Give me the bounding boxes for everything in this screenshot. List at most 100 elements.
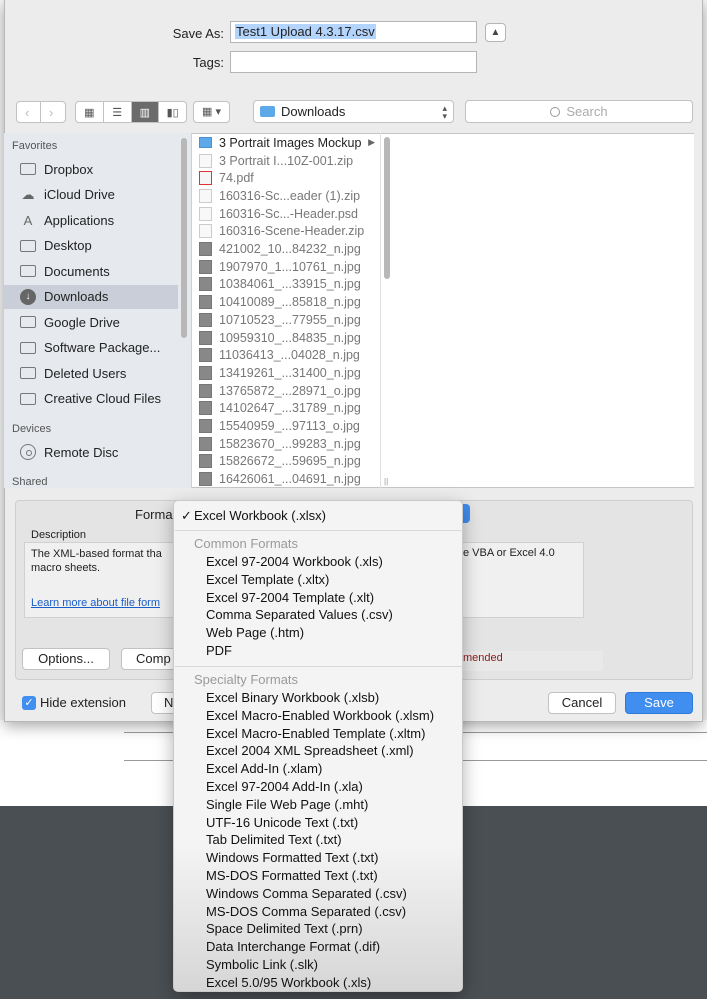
- menu-item-format[interactable]: Comma Separated Values (.csv): [174, 606, 462, 624]
- hide-extension-label: Hide extension: [40, 695, 126, 710]
- file-row[interactable]: 74.pdf: [193, 169, 379, 187]
- save-button[interactable]: Save: [625, 692, 693, 714]
- file-row[interactable]: 15540959_...97113_o.jpg: [193, 417, 379, 435]
- menu-item-format[interactable]: Excel Macro-Enabled Workbook (.xlsm): [174, 707, 462, 725]
- cancel-button[interactable]: Cancel: [548, 692, 616, 714]
- options-button[interactable]: Options...: [22, 648, 110, 670]
- sidebar-item-google-drive[interactable]: Google Drive: [4, 310, 178, 334]
- location-popup[interactable]: Downloads ▴ ▾: [253, 100, 454, 123]
- description-text-right: e VBA or Excel 4.0: [463, 547, 555, 559]
- sidebar-item-applications[interactable]: A Applications: [4, 208, 178, 232]
- menu-item-excel-workbook[interactable]: ✓ Excel Workbook (.xlsx): [174, 507, 462, 525]
- forward-button[interactable]: ›: [40, 101, 66, 123]
- menu-item-format[interactable]: Excel Macro-Enabled Template (.xltm): [174, 725, 462, 743]
- file-column-scrollbar[interactable]: [384, 137, 390, 279]
- file-row[interactable]: 13419261_...31400_n.jpg: [193, 364, 379, 382]
- tags-field[interactable]: [230, 51, 477, 73]
- search-icon: [550, 107, 561, 117]
- folder-icon: [19, 315, 37, 329]
- menu-item-format[interactable]: Web Page (.htm): [174, 624, 462, 642]
- coverflow-view-button[interactable]: ▮▯: [159, 102, 186, 122]
- sidebar-item-downloads[interactable]: ↓ Downloads: [4, 284, 178, 309]
- menu-item-format[interactable]: PDF: [174, 642, 462, 660]
- icon-view-button[interactable]: ▦: [76, 102, 104, 122]
- column-view-button[interactable]: ▥: [131, 102, 160, 122]
- sidebar-item-creative-cloud-files[interactable]: Creative Cloud Files: [4, 387, 178, 411]
- file-row[interactable]: 160316-Scene-Header.zip: [193, 223, 379, 241]
- collapse-button[interactable]: ▲: [485, 23, 506, 42]
- file-row[interactable]: 3 Portrait Images Mockup ▶: [193, 134, 379, 152]
- sidebar-item-deleted-users[interactable]: Deleted Users: [4, 361, 178, 385]
- learn-more-link[interactable]: Learn more about file form: [31, 597, 160, 609]
- menu-item-format[interactable]: MS-DOS Comma Separated (.csv): [174, 903, 462, 921]
- description-text: The XML-based format tha macro sheets.: [31, 547, 162, 575]
- compatibility-button[interactable]: Comp: [121, 648, 181, 670]
- updown-chevron-icon: ▴ ▾: [442, 103, 447, 121]
- sidebar-item-software-package[interactable]: Software Package...: [4, 336, 178, 360]
- file-name: 13419261_...31400_n.jpg: [219, 365, 361, 380]
- file-row[interactable]: 11036413_...04028_n.jpg: [193, 346, 379, 364]
- file-row[interactable]: 15823670_...99283_n.jpg: [193, 435, 379, 453]
- sidebar-item-documents[interactable]: Documents: [4, 259, 178, 283]
- folder-file-icon: [199, 137, 212, 149]
- menu-item-format[interactable]: Excel 2004 XML Spreadsheet (.xml): [174, 742, 462, 760]
- sidebar-item-remote-disc[interactable]: Remote Disc: [4, 440, 178, 464]
- file-row[interactable]: 15826672_...59695_n.jpg: [193, 453, 379, 471]
- description-line-1: The XML-based format tha: [31, 548, 162, 560]
- menu-item-format[interactable]: Single File Web Page (.mht): [174, 796, 462, 814]
- sidebar-item-label: iCloud Drive: [44, 187, 115, 202]
- psd-file-icon: [199, 206, 212, 221]
- format-dropdown-menu: ✓ Excel Workbook (.xlsx) Common Formats E…: [173, 500, 463, 992]
- sidebar-item-dropbox[interactable]: Dropbox: [4, 157, 178, 181]
- menu-item-format[interactable]: Excel 97-2004 Workbook (.xls): [174, 553, 462, 571]
- document-icon: [19, 264, 37, 278]
- menu-item-format[interactable]: Windows Formatted Text (.txt): [174, 849, 462, 867]
- arrange-button[interactable]: ▦ ▾: [193, 101, 230, 123]
- menu-item-format[interactable]: Excel Binary Workbook (.xlsb): [174, 689, 462, 707]
- column-resize-handle[interactable]: ||: [384, 477, 388, 486]
- menu-item-format[interactable]: MS-DOS Formatted Text (.txt): [174, 867, 462, 885]
- file-row[interactable]: 10410089_...85818_n.jpg: [193, 293, 379, 311]
- hide-extension-checkbox[interactable]: ✓: [22, 696, 36, 710]
- file-row[interactable]: 3 Portrait I...10Z-001.zip: [193, 152, 379, 170]
- file-name: 10410089_...85818_n.jpg: [219, 295, 361, 310]
- file-row[interactable]: 421002_10...84232_n.jpg: [193, 240, 379, 258]
- menu-item-format[interactable]: Excel Template (.xltx): [174, 571, 462, 589]
- file-name: 160316-Sc...-Header.psd: [219, 206, 358, 221]
- search-field[interactable]: Search: [465, 100, 693, 123]
- menu-item-format[interactable]: Excel Add-In (.xlam): [174, 760, 462, 778]
- file-row[interactable]: 13765872_...28971_o.jpg: [193, 382, 379, 400]
- sidebar-item-desktop[interactable]: Desktop: [4, 234, 178, 258]
- zip-file-icon: [199, 153, 212, 168]
- description-line-2: macro sheets.: [31, 562, 101, 574]
- file-row[interactable]: 16426061_...04691_n.jpg: [193, 470, 379, 488]
- menu-item-format[interactable]: Windows Comma Separated (.csv): [174, 885, 462, 903]
- back-button[interactable]: ‹: [16, 101, 41, 123]
- menu-item-format[interactable]: Space Delimited Text (.prn): [174, 920, 462, 938]
- file-row[interactable]: 10384061_...33915_n.jpg: [193, 276, 379, 294]
- menu-item-format[interactable]: Excel 97-2004 Template (.xlt): [174, 589, 462, 607]
- menu-item-format[interactable]: Data Interchange Format (.dif): [174, 938, 462, 956]
- menu-item-format[interactable]: Excel 97-2004 Add-In (.xla): [174, 778, 462, 796]
- checkmark-icon: ✓: [181, 508, 192, 523]
- file-row[interactable]: 10959310_...84835_n.jpg: [193, 329, 379, 347]
- file-name: 13765872_...28971_o.jpg: [219, 383, 361, 398]
- sidebar-scrollbar[interactable]: [181, 138, 187, 338]
- filename-field[interactable]: Test1 Upload 4.3.17.csv: [230, 21, 477, 43]
- file-name: 74.pdf: [219, 171, 254, 186]
- menu-item-format[interactable]: Tab Delimited Text (.txt): [174, 831, 462, 849]
- menu-item-format[interactable]: UTF-16 Unicode Text (.txt): [174, 814, 462, 832]
- file-row[interactable]: 160316-Sc...-Header.psd: [193, 205, 379, 223]
- img-file-icon: [199, 277, 212, 292]
- menu-item-format[interactable]: Excel 5.0/95 Workbook (.xls): [174, 974, 462, 992]
- menu-item-format[interactable]: Symbolic Link (.slk): [174, 956, 462, 974]
- file-row[interactable]: 10710523_...77955_n.jpg: [193, 311, 379, 329]
- img-file-icon: [199, 472, 212, 487]
- file-row[interactable]: 1907970_1...10761_n.jpg: [193, 258, 379, 276]
- sidebar-item-label: Deleted Users: [44, 365, 127, 381]
- file-row[interactable]: 14102647_...31789_n.jpg: [193, 400, 379, 418]
- sidebar-item-label: Dropbox: [44, 161, 94, 177]
- list-view-button[interactable]: ☰: [104, 102, 132, 122]
- file-row[interactable]: 160316-Sc...eader (1).zip: [193, 187, 379, 205]
- sidebar-item-icloud-drive[interactable]: ☁ iCloud Drive: [4, 183, 178, 207]
